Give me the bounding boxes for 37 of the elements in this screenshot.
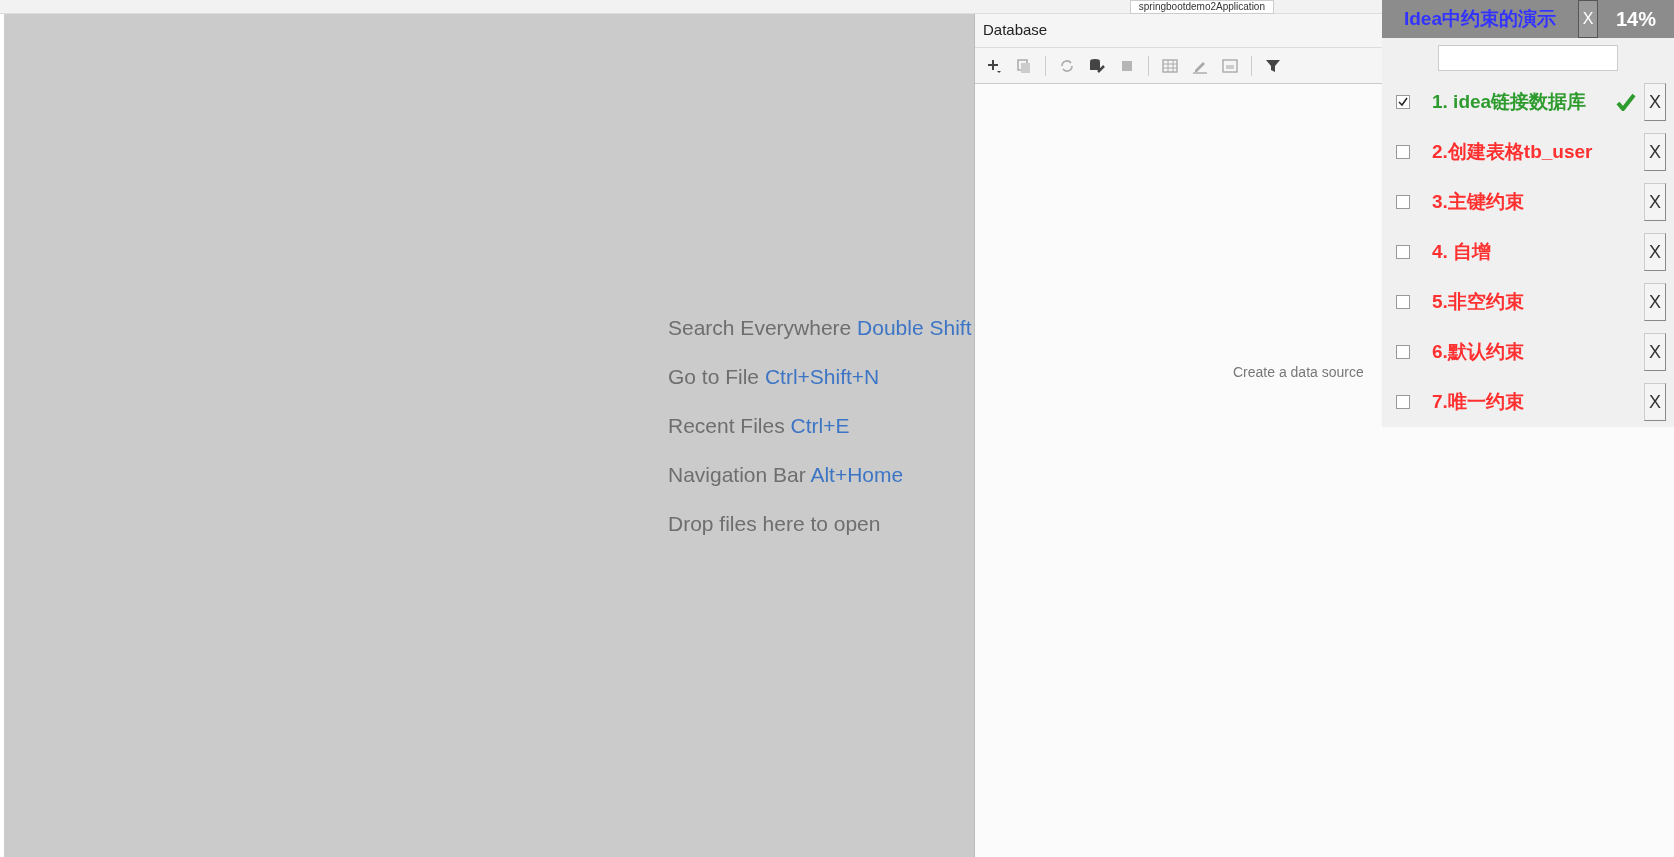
database-settings-icon[interactable] xyxy=(1088,56,1106,75)
remove-button[interactable]: X xyxy=(1644,333,1666,371)
copy-icon[interactable] xyxy=(1015,56,1033,75)
task-label: 5.非空约束 xyxy=(1432,289,1524,314)
task-label: 7.唯一约束 xyxy=(1432,389,1524,414)
remove-button[interactable]: X xyxy=(1644,133,1666,171)
checkbox[interactable] xyxy=(1396,195,1410,209)
input-field[interactable] xyxy=(1438,44,1618,71)
editor-hint: Navigation Bar Alt+Home xyxy=(668,462,905,488)
checkbox[interactable] xyxy=(1396,345,1410,359)
checkbox[interactable] xyxy=(1396,95,1410,109)
checkbox[interactable] xyxy=(1396,395,1410,409)
checkbox[interactable] xyxy=(1396,145,1410,159)
editor-hint: Recent Files Ctrl+E xyxy=(668,413,851,439)
remove-button[interactable]: X xyxy=(1644,283,1666,321)
checkbox[interactable] xyxy=(1396,295,1410,309)
table-icon[interactable] xyxy=(1161,56,1179,75)
editor-hint: Drop files here to open xyxy=(668,511,882,537)
progress-text: 14% xyxy=(1615,7,1657,32)
empty-state-text: Create a data source xyxy=(1233,363,1365,382)
remove-button[interactable]: X xyxy=(1644,233,1666,271)
run-config-dropdown[interactable]: springbootdemo2Application xyxy=(1129,0,1274,14)
remove-button[interactable]: X xyxy=(1644,383,1666,421)
task-label: 4. 自增 xyxy=(1432,239,1492,264)
panel-title: Database xyxy=(983,20,1048,41)
sql-console-icon[interactable] xyxy=(1221,56,1239,75)
editor-hint: Search Everywhere Double Shift xyxy=(668,315,973,341)
editor-hint: Go to File Ctrl+Shift+N xyxy=(668,364,881,390)
task-label: 3.主键约束 xyxy=(1432,189,1524,214)
checkbox[interactable] xyxy=(1396,245,1410,259)
window-title: Idea中约束的演示 xyxy=(1403,6,1557,31)
remove-button[interactable]: X xyxy=(1644,183,1666,221)
check-icon xyxy=(1616,93,1636,111)
remove-button[interactable]: X xyxy=(1644,83,1666,121)
task-label: 6.默认约束 xyxy=(1432,339,1524,364)
task-label: 2.创建表格tb_user xyxy=(1432,139,1593,164)
task-label: 1. idea链接数据库 xyxy=(1432,89,1587,114)
